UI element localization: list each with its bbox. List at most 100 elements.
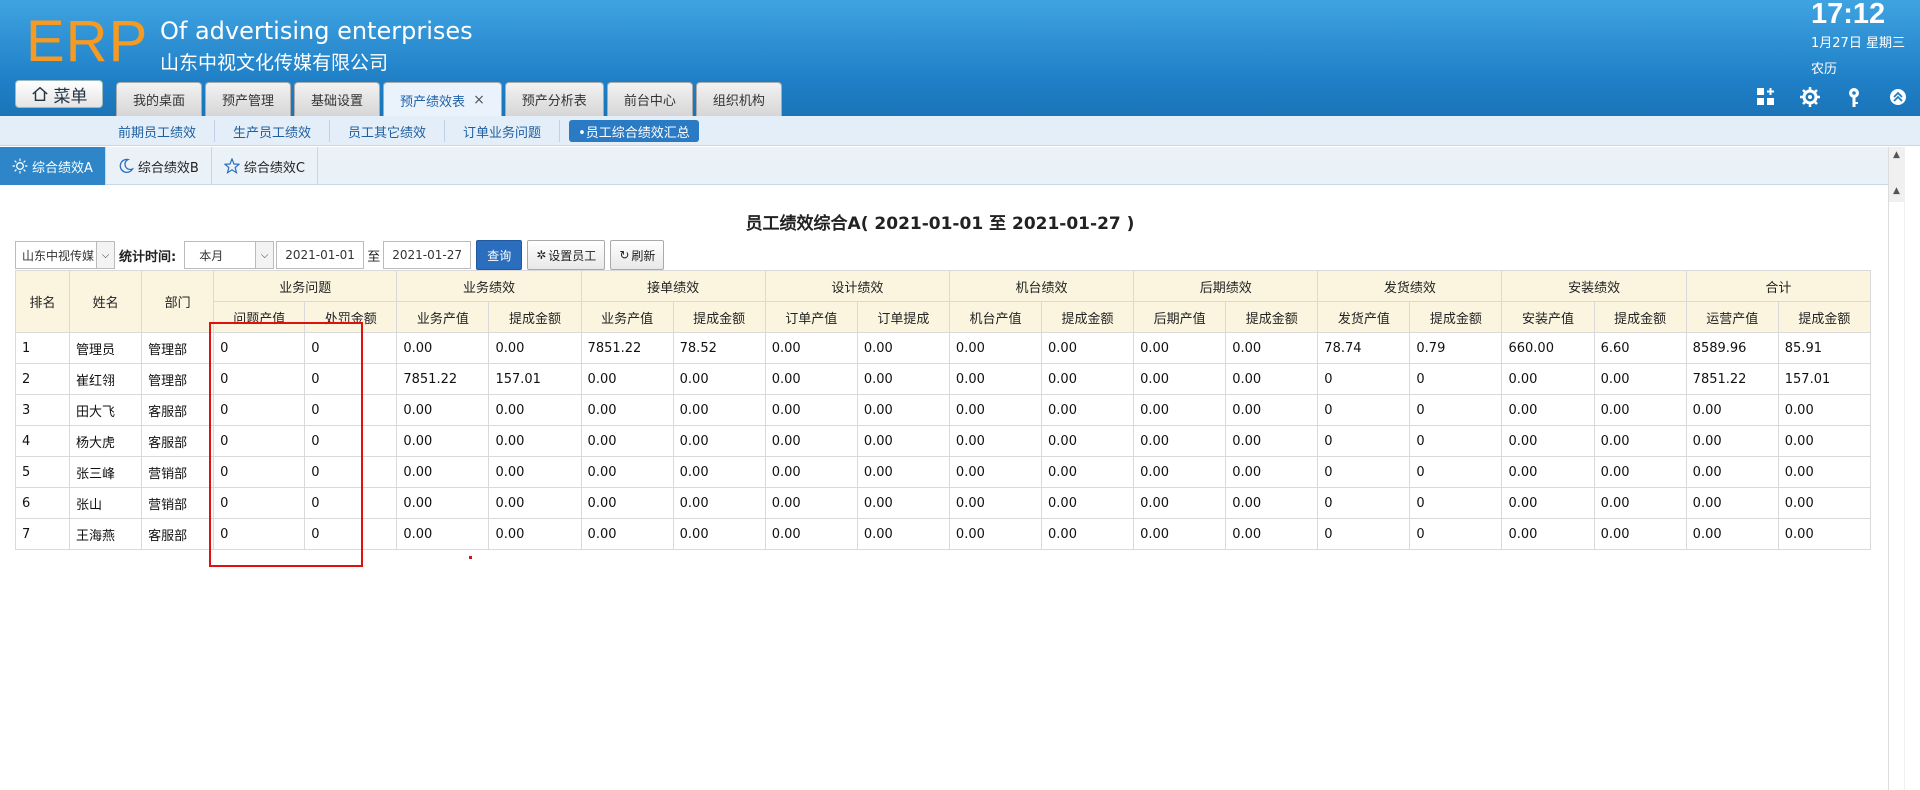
column-header: 提成金额 (1041, 301, 1135, 333)
tab-presale-manage[interactable]: 预产管理 (205, 82, 292, 116)
value-cell: 7851.22 (580, 332, 674, 364)
rank-cell: 5 (14, 456, 71, 488)
refresh-icon: ↻ (619, 248, 630, 262)
tab-organization[interactable]: 组织机构 (695, 82, 782, 116)
column-header: 提成金额 (488, 301, 582, 333)
gear-icon: ✲ (536, 248, 547, 262)
value-cell: 7851.22 (396, 363, 490, 395)
department-cell: 营销部 (141, 487, 215, 519)
value-cell: 0.00 (856, 425, 950, 457)
to-label: 至 (367, 249, 381, 265)
query-button[interactable]: 查询 (476, 240, 523, 270)
value-cell: 0.00 (948, 487, 1043, 519)
gear-icon[interactable] (1799, 86, 1821, 108)
menu-label: 菜单 (53, 86, 88, 107)
value-cell: 0.00 (856, 363, 950, 395)
value-cell: 0.00 (948, 456, 1043, 488)
employee-name-link[interactable]: 张三峰 (69, 456, 143, 488)
company-select[interactable]: 山东中视传媒 ⌵ (15, 241, 115, 269)
employee-name-link[interactable]: 王海燕 (69, 518, 143, 550)
employee-name-link[interactable]: 崔红翎 (69, 363, 143, 395)
value-cell: 0.00 (1133, 394, 1227, 426)
annotation-dot (469, 556, 472, 559)
column-header: 部门 (141, 270, 215, 333)
value-cell: 0.00 (1225, 394, 1319, 426)
date-from-input[interactable]: 2021-01-01 (276, 241, 365, 269)
scroll-up-arrow-inner[interactable]: ▲ (1888, 186, 1905, 200)
value-cell: 0.00 (1593, 456, 1687, 488)
date-to-input[interactable]: 2021-01-27 (383, 241, 472, 269)
value-cell: 85.91 (1777, 332, 1872, 364)
refresh-button[interactable]: ↻ 刷新 (610, 240, 665, 270)
subnav-summary[interactable]: •员工综合绩效汇总 (569, 120, 699, 142)
value-cell: 0.00 (672, 487, 766, 519)
column-header: 运营产值 (1685, 301, 1779, 333)
value-cell: 0.00 (488, 456, 582, 488)
tab-composite-b[interactable]: 综合绩效B (106, 147, 212, 185)
column-header: 业务产值 (396, 301, 490, 333)
period-select[interactable]: 本月 ⌵ (184, 241, 275, 269)
company-name-cn: 山东中视文化传媒有限公司 (160, 52, 389, 74)
value-cell: 0.00 (1593, 425, 1687, 457)
subnav-production-performance[interactable]: 生产员工绩效 (215, 120, 331, 142)
value-cell: 0.00 (764, 456, 858, 488)
value-cell: 0.00 (1225, 425, 1319, 457)
value-cell: 0.00 (948, 394, 1043, 426)
rank-cell: 7 (14, 518, 71, 550)
subnav-other-performance[interactable]: 员工其它绩效 (330, 120, 446, 142)
value-cell: 8589.96 (1685, 332, 1779, 364)
report-title: 员工绩效综合A( 2021-01-01 至 2021-01-27 ) (745, 214, 1135, 234)
employee-name-link[interactable]: 田大飞 (69, 394, 143, 426)
tab-analysis-table[interactable]: 预产分析表 (504, 82, 604, 116)
department-cell: 客服部 (141, 518, 215, 550)
value-cell: 0.00 (1501, 456, 1595, 488)
rank-cell: 4 (14, 425, 71, 457)
set-staff-button[interactable]: ✲ 设置员工 (527, 240, 606, 270)
value-cell: 0.00 (1593, 487, 1687, 519)
tab-label: 我的桌面 (133, 94, 186, 109)
menu-button[interactable]: 菜单 (15, 80, 103, 108)
value-cell: 0.00 (1041, 425, 1135, 457)
tab-label: 前台中心 (623, 94, 676, 109)
value-cell: 0.00 (396, 394, 490, 426)
value-cell: 0 (1409, 456, 1503, 488)
add-widget-icon[interactable] (1755, 86, 1777, 108)
key-icon[interactable] (1843, 86, 1865, 108)
tab-composite-a[interactable]: 综合绩效A (0, 147, 106, 185)
value-cell: 0.00 (1133, 487, 1227, 519)
tab-performance-table[interactable]: 预产绩效表 × (383, 82, 502, 117)
value-cell: 0.00 (1593, 363, 1687, 395)
collapse-up-icon[interactable] (1887, 86, 1909, 108)
subnav-early-performance[interactable]: 前期员工绩效 (100, 120, 216, 142)
tab-front-center[interactable]: 前台中心 (606, 82, 693, 116)
group-header: 接单绩效 (580, 270, 766, 302)
tab-label: 基础设置 (311, 94, 364, 109)
scroll-thumb[interactable] (1889, 202, 1904, 790)
clock-date: 1月27日 星期三 (1811, 36, 1905, 51)
subnav-order-issues[interactable]: 订单业务问题 (445, 120, 561, 142)
column-header: 机台产值 (948, 301, 1043, 333)
employee-name-link[interactable]: 杨大虎 (69, 425, 143, 457)
value-cell: 0.00 (1225, 456, 1319, 488)
value-cell: 0.00 (488, 394, 582, 426)
value-cell: 0.00 (672, 394, 766, 426)
tab-my-desktop[interactable]: 我的桌面 (116, 82, 203, 116)
value-cell: 0 (1317, 456, 1411, 488)
column-header: 发货产值 (1317, 301, 1411, 333)
value-cell: 0.00 (396, 332, 490, 364)
employee-name-link[interactable]: 张山 (69, 487, 143, 519)
tab-composite-c[interactable]: 综合绩效C (212, 147, 318, 185)
sub-navigation: 前期员工绩效 生产员工绩效 员工其它绩效 订单业务问题 •员工综合绩效汇总 (0, 116, 1920, 146)
value-cell: 0.00 (1501, 425, 1595, 457)
value-cell: 78.52 (672, 332, 766, 364)
value-cell: 0.00 (1501, 363, 1595, 395)
value-cell: 7851.22 (1685, 363, 1779, 395)
scroll-up-arrow[interactable]: ▲ (1888, 150, 1905, 164)
tab-basic-settings[interactable]: 基础设置 (294, 82, 381, 116)
column-header: 订单产值 (764, 301, 858, 333)
employee-name-link[interactable]: 管理员 (69, 332, 143, 364)
value-cell: 0.00 (396, 487, 490, 519)
stat-time-label: 统计时间: (119, 249, 177, 265)
group-header: 合计 (1685, 270, 1872, 302)
close-icon[interactable]: × (473, 92, 485, 108)
